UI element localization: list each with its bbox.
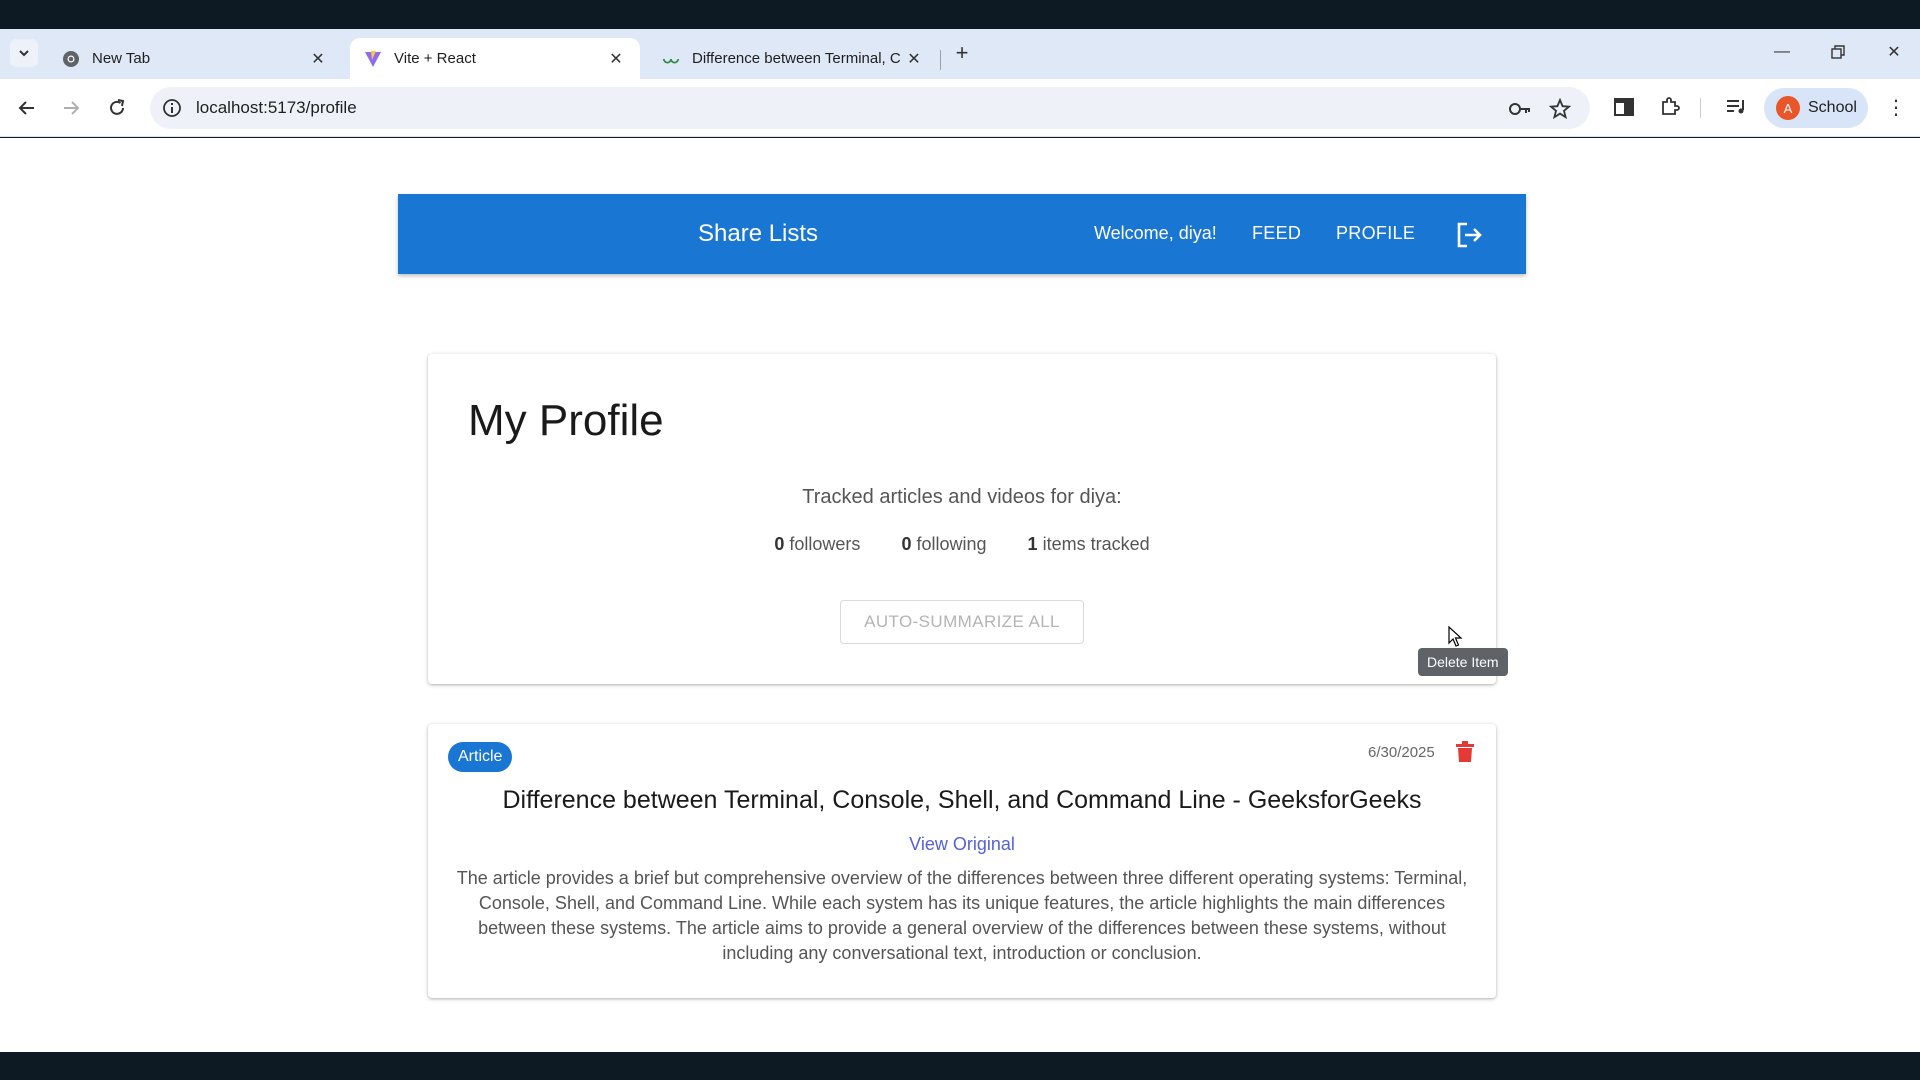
address-bar[interactable]: localhost:5173/profile — [150, 87, 1590, 129]
reading-mode-icon[interactable] — [1610, 93, 1638, 121]
tab-strip: New Tab ✕ Vite + React ✕ Difference betw… — [0, 29, 1920, 79]
reload-icon — [110, 99, 125, 115]
media-controls-icon[interactable] — [1722, 93, 1750, 121]
close-window-icon[interactable]: ✕ — [1874, 37, 1914, 67]
arrow-right-icon — [64, 101, 80, 115]
back-button[interactable] — [12, 93, 42, 123]
followers-label: followers — [789, 534, 861, 554]
reload-button[interactable] — [102, 93, 132, 123]
url-text: localhost:5173/profile — [196, 98, 357, 117]
password-key-icon[interactable] — [1508, 97, 1532, 121]
geeksforgeeks-icon — [662, 50, 680, 68]
welcome-text: Welcome, diya! — [1094, 223, 1217, 243]
tracked-label: Tracked articles and videos for diya: — [802, 486, 1122, 508]
logout-icon[interactable] — [1454, 220, 1484, 250]
following-count: 0 — [901, 534, 912, 554]
profile-link[interactable]: PROFILE — [1336, 223, 1415, 244]
tab-search-button[interactable] — [10, 39, 38, 67]
profile-name: School — [1808, 99, 1857, 116]
new-tab-button[interactable]: + — [950, 40, 974, 65]
followers-count: 0 — [774, 534, 785, 554]
auto-summarize-button[interactable]: AUTO-SUMMARIZE ALL — [840, 600, 1084, 644]
browser-toolbar: localhost:5173/profile A School ⋮ — [0, 79, 1920, 137]
following-stat[interactable]: 0 following — [901, 534, 986, 554]
toolbar-divider — [1700, 98, 1701, 118]
close-icon[interactable]: ✕ — [308, 49, 328, 69]
profile-card: My Profile Tracked articles and videos f… — [428, 354, 1496, 684]
app-header: Share Lists Welcome, diya! FEED PROFILE — [398, 194, 1526, 274]
followers-stat[interactable]: 0 followers — [774, 534, 860, 554]
items-label: items tracked — [1042, 534, 1150, 554]
following-label: following — [916, 534, 987, 554]
site-info-icon[interactable] — [162, 98, 182, 118]
feed-link[interactable]: FEED — [1252, 223, 1301, 244]
extensions-icon[interactable] — [1656, 93, 1684, 121]
more-menu-icon[interactable]: ⋮ — [1886, 93, 1906, 121]
bookmark-star-icon[interactable] — [1548, 97, 1572, 121]
list-item: Article 6/30/2025 Difference between Ter… — [428, 724, 1496, 998]
app-brand[interactable]: Share Lists — [698, 220, 818, 248]
item-summary: The article provides a brief but compreh… — [456, 868, 1468, 963]
delete-tooltip: Delete Item — [1418, 648, 1508, 676]
minimize-icon[interactable]: — — [1762, 37, 1802, 67]
item-title: Difference between Terminal, Console, Sh… — [502, 786, 1422, 814]
tab-divider — [940, 50, 941, 70]
close-icon[interactable]: ✕ — [606, 49, 626, 69]
page-title: My Profile — [468, 396, 664, 445]
item-date: 6/30/2025 — [1368, 744, 1435, 761]
items-stat: 1 items tracked — [1028, 534, 1150, 554]
restore-icon[interactable] — [1818, 37, 1858, 67]
tab-geeksforgeeks[interactable]: Difference between Terminal, C ✕ — [648, 38, 938, 79]
close-icon[interactable]: ✕ — [904, 49, 924, 69]
tab-title: New Tab — [92, 50, 151, 67]
tab-new-tab[interactable]: New Tab ✕ — [48, 38, 342, 79]
tab-title: Vite + React — [394, 50, 476, 67]
profile-stats: 0 followers 0 following 1 items tracked — [428, 534, 1496, 555]
tab-vite-react[interactable]: Vite + React ✕ — [350, 38, 640, 79]
page-content: Share Lists Welcome, diya! FEED PROFILE … — [0, 138, 1920, 1052]
chrome-icon — [62, 50, 80, 68]
item-type-badge: Article — [448, 742, 513, 772]
delete-icon[interactable] — [1454, 740, 1476, 764]
profile-button[interactable]: A School — [1764, 88, 1868, 128]
forward-button[interactable] — [56, 93, 86, 123]
tab-title: Difference between Terminal, C — [692, 50, 901, 67]
mouse-cursor-icon — [1448, 626, 1463, 647]
chevron-down-icon — [19, 50, 29, 57]
avatar: A — [1776, 96, 1800, 120]
items-count: 1 — [1027, 534, 1038, 554]
arrow-left-icon — [18, 101, 34, 115]
view-original-link[interactable]: View Original — [428, 834, 1496, 855]
vite-icon — [364, 50, 382, 68]
